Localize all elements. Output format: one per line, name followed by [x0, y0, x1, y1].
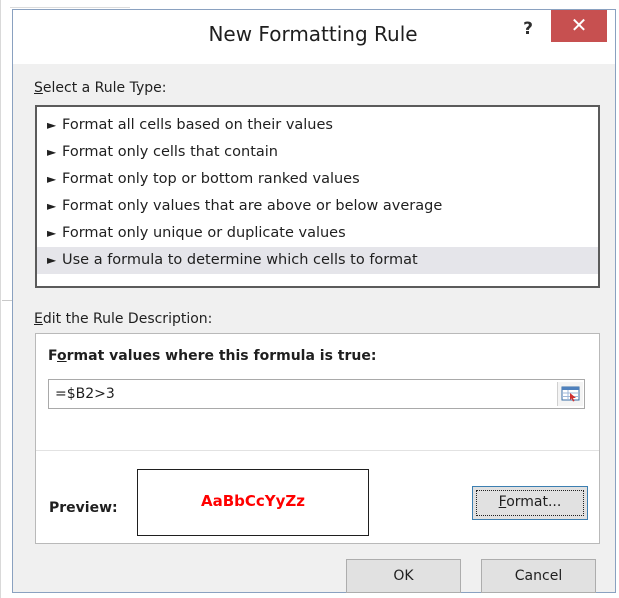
- formula-input[interactable]: =$B2>3: [48, 379, 585, 409]
- rule-type-item[interactable]: ► Format only top or bottom ranked values: [37, 166, 598, 193]
- preview-box: AaBbCcYyZz: [137, 469, 369, 536]
- rule-type-label: Format all cells based on their values: [62, 117, 333, 133]
- rule-type-label: Format only unique or duplicate values: [62, 225, 346, 241]
- title-bar[interactable]: New Formatting Rule ? ✕: [13, 10, 615, 64]
- rule-type-item[interactable]: ► Format only unique or duplicate values: [37, 220, 598, 247]
- formula-label: Format values where this formula is true…: [48, 348, 377, 364]
- arrow-right-icon: ►: [47, 145, 57, 159]
- arrow-right-icon: ►: [47, 226, 57, 240]
- rule-type-label: Use a formula to determine which cells t…: [62, 252, 418, 268]
- rule-type-item[interactable]: ► Use a formula to determine which cells …: [37, 247, 598, 274]
- rule-type-label: Format only top or bottom ranked values: [62, 171, 360, 187]
- select-rule-type-label: Select a Rule Type:: [34, 80, 167, 96]
- cancel-button[interactable]: Cancel: [481, 559, 596, 593]
- rule-type-label: Format only values that are above or bel…: [62, 198, 443, 214]
- arrow-right-icon: ►: [47, 172, 57, 186]
- dialog-title: New Formatting Rule: [208, 22, 418, 46]
- panel-divider: [36, 450, 599, 451]
- collapse-dialog-button[interactable]: [557, 382, 583, 406]
- formula-value: =$B2>3: [55, 386, 115, 402]
- rule-type-item[interactable]: ► Format all cells based on their values: [37, 112, 598, 139]
- edit-rule-description-label: Edit the Rule Description:: [34, 311, 213, 327]
- rule-type-label: Format only cells that contain: [62, 144, 278, 160]
- close-button[interactable]: ✕: [551, 10, 607, 42]
- arrow-right-icon: ►: [47, 253, 57, 267]
- preview-sample-text: AaBbCcYyZz: [200, 492, 306, 510]
- ok-button[interactable]: OK: [346, 559, 461, 593]
- rule-type-item[interactable]: ► Format only values that are above or be…: [37, 193, 598, 220]
- arrow-right-icon: ►: [47, 199, 57, 213]
- rule-type-list[interactable]: ► Format all cells based on their values ►…: [35, 105, 600, 288]
- format-button[interactable]: Format...: [472, 486, 588, 520]
- background-top-line: [10, 7, 130, 8]
- focus-ring: [476, 490, 584, 516]
- preview-label: Preview:: [49, 500, 118, 516]
- range-select-icon: [561, 386, 580, 402]
- arrow-right-icon: ►: [47, 118, 57, 132]
- background-edge-line: [0, 0, 1, 598]
- close-icon: ✕: [570, 13, 588, 37]
- background-tick: [2, 300, 12, 301]
- help-button[interactable]: ?: [513, 16, 543, 44]
- new-formatting-rule-dialog: New Formatting Rule ? ✕ Select a Rule Ty…: [12, 9, 616, 593]
- rule-type-item[interactable]: ► Format only cells that contain: [37, 139, 598, 166]
- page: New Formatting Rule ? ✕ Select a Rule Ty…: [0, 0, 619, 598]
- rule-description-panel: Format values where this formula is true…: [35, 333, 600, 544]
